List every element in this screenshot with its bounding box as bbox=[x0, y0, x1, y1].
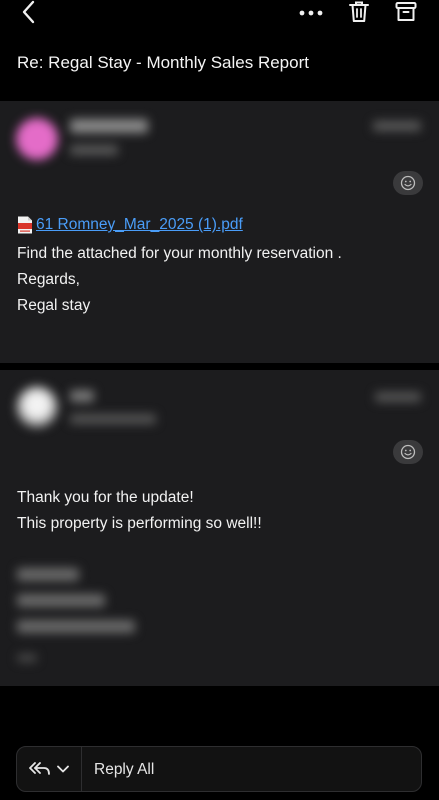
more-horizontal-icon bbox=[299, 10, 323, 16]
subject-bar: Re: Regal Stay - Monthly Sales Report bbox=[0, 36, 439, 92]
attachment[interactable]: 61 Romney_Mar_2025 (1).pdf bbox=[17, 216, 243, 234]
back-button[interactable] bbox=[18, 0, 42, 26]
more-options-button[interactable] bbox=[297, 3, 325, 23]
smiley-icon bbox=[400, 444, 416, 460]
archive-button[interactable] bbox=[394, 0, 418, 24]
chevron-down-icon bbox=[57, 765, 69, 773]
reply-mode-selector[interactable] bbox=[17, 747, 81, 791]
reply-all-button[interactable]: Reply All bbox=[94, 761, 154, 779]
email-subject: Re: Regal Stay - Monthly Sales Report bbox=[17, 53, 309, 72]
add-reaction-button[interactable] bbox=[393, 440, 423, 464]
sender-avatar[interactable] bbox=[16, 386, 58, 428]
divider bbox=[81, 747, 82, 791]
delete-button[interactable] bbox=[347, 0, 371, 24]
message-body-line: Regal stay bbox=[17, 297, 91, 314]
reply-all-icon bbox=[29, 762, 50, 775]
message-body-line: Find the attached for your monthly reser… bbox=[17, 245, 342, 262]
pdf-file-icon bbox=[18, 216, 32, 234]
attachment-link[interactable]: 61 Romney_Mar_2025 (1).pdf bbox=[36, 216, 243, 234]
add-reaction-button[interactable] bbox=[393, 171, 423, 195]
message-card[interactable]: 61 Romney_Mar_2025 (1).pdf Find the atta… bbox=[0, 101, 439, 363]
smiley-icon bbox=[400, 175, 416, 191]
message-body-line: Regards, bbox=[17, 271, 80, 288]
message-body-line: Thank you for the update! bbox=[17, 489, 194, 506]
reply-bar[interactable]: Reply All bbox=[16, 746, 422, 792]
trash-icon bbox=[349, 1, 369, 22]
sender-avatar[interactable] bbox=[16, 118, 58, 160]
archive-icon bbox=[395, 2, 417, 21]
message-card[interactable]: Thank you for the update! This property … bbox=[0, 370, 439, 686]
top-toolbar bbox=[0, 0, 439, 30]
message-body-line: This property is performing so well!! bbox=[17, 515, 262, 532]
chevron-left-icon bbox=[22, 0, 35, 24]
